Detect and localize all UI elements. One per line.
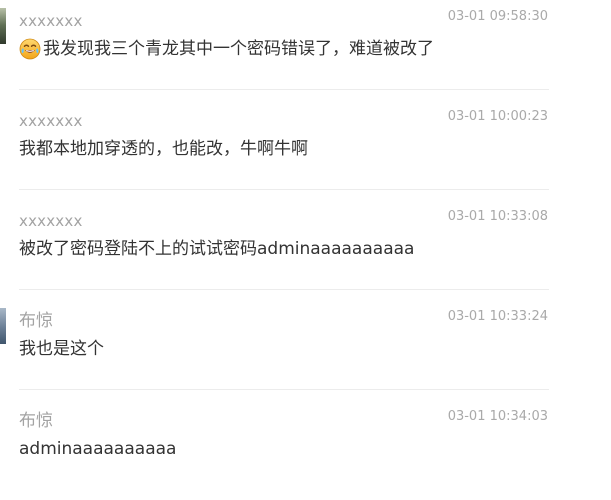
- comment-item: xxxxxxx 03-01 10:00:23 我都本地加穿透的，也能改，牛啊牛啊: [0, 100, 611, 200]
- comment-text: 被改了密码登陆不上的试试密码adminaaaaaaaaaa: [19, 239, 415, 259]
- comment-username[interactable]: 布惊: [19, 309, 53, 333]
- comment-timestamp: 03-01 09:58:30: [447, 9, 548, 24]
- crying-laughing-emoji-icon: [19, 38, 41, 60]
- comment-item: xxxxxxx 03-01 10:33:08 被改了密码登陆不上的试试密码adm…: [0, 200, 611, 300]
- comment-username[interactable]: xxxxxxx: [19, 109, 83, 133]
- comment-divider: [19, 189, 549, 190]
- comment-text: 我也是这个: [19, 339, 104, 359]
- comment-list: xxxxxxx 03-01 09:58:30 我发现我三个青龙其中一个密码错误了…: [0, 0, 611, 477]
- comment-timestamp: 03-01 10:34:03: [447, 409, 548, 424]
- comment-item: 布惊 03-01 10:33:24 我也是这个: [0, 300, 611, 400]
- comment-text: 我都本地加穿透的，也能改，牛啊牛啊: [19, 139, 308, 159]
- comment-timestamp: 03-01 10:00:23: [447, 109, 548, 124]
- avatar[interactable]: [0, 308, 6, 344]
- comment-divider: [19, 389, 549, 390]
- comment-divider: [19, 89, 549, 90]
- comment-divider: [19, 289, 549, 290]
- comment-timestamp: 03-01 10:33:24: [447, 309, 548, 324]
- comment-timestamp: 03-01 10:33:08: [447, 209, 548, 224]
- comment-text: 我发现我三个青龙其中一个密码错误了，难道被改了: [43, 39, 434, 59]
- comment-item: xxxxxxx 03-01 09:58:30 我发现我三个青龙其中一个密码错误了…: [0, 0, 611, 100]
- comment-item: 布惊 03-01 10:34:03 adminaaaaaaaaaa: [0, 400, 611, 500]
- comment-username[interactable]: 布惊: [19, 409, 53, 433]
- comment-username[interactable]: xxxxxxx: [19, 209, 83, 233]
- comment-text: adminaaaaaaaaaa: [19, 439, 177, 459]
- avatar[interactable]: [0, 8, 6, 44]
- comment-content: 我发现我三个青龙其中一个密码错误了，难道被改了: [19, 36, 559, 62]
- comment-username[interactable]: xxxxxxx: [19, 9, 83, 33]
